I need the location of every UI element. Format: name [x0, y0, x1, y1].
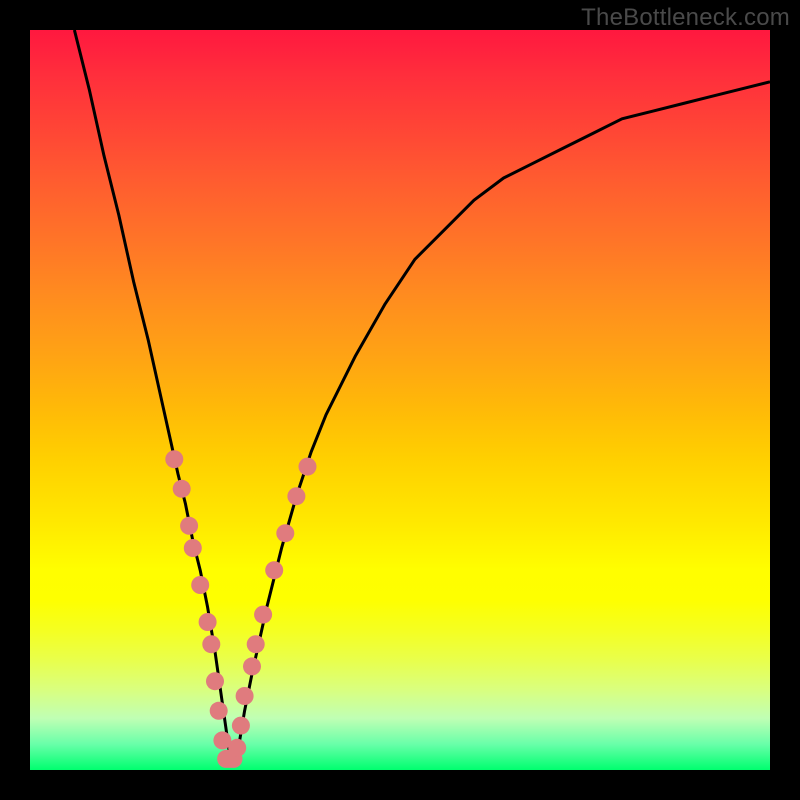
curve-marker — [199, 613, 217, 631]
curve-markers — [165, 450, 316, 768]
curve-marker — [228, 739, 246, 757]
curve-marker — [202, 635, 220, 653]
curve-marker — [165, 450, 183, 468]
curve-marker — [236, 687, 254, 705]
bottleneck-curve — [74, 30, 770, 755]
chart-overlay — [0, 0, 800, 800]
curve-marker — [265, 561, 283, 579]
curve-marker — [232, 717, 250, 735]
curve-path — [74, 30, 770, 755]
curve-marker — [173, 480, 191, 498]
curve-marker — [243, 657, 261, 675]
curve-marker — [247, 635, 265, 653]
curve-marker — [210, 702, 228, 720]
curve-marker — [184, 539, 202, 557]
curve-marker — [180, 517, 198, 535]
curve-marker — [191, 576, 209, 594]
curve-marker — [254, 606, 272, 624]
curve-marker — [299, 458, 317, 476]
chart-frame: TheBottleneck.com — [0, 0, 800, 800]
curve-marker — [206, 672, 224, 690]
curve-marker — [287, 487, 305, 505]
curve-marker — [276, 524, 294, 542]
